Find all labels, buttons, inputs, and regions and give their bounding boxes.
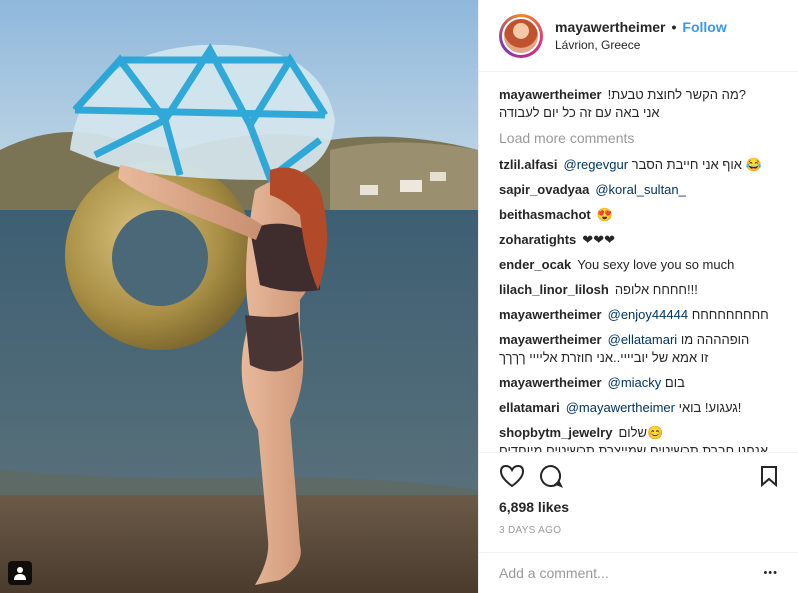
comment-username[interactable]: ender_ocak — [499, 257, 571, 272]
post-timestamp[interactable]: 3 DAYS AGO — [499, 525, 778, 536]
comment-item: ellatamari @mayawertheimer געגוע! בואי! — [499, 399, 778, 417]
add-comment-bar: Add a comment... ••• — [479, 552, 798, 593]
comment-text: 😍 — [596, 207, 613, 222]
comment-text: חחחח אלופה!!! — [614, 282, 698, 297]
location-link[interactable]: Lávrion, Greece — [555, 38, 727, 52]
comment-input[interactable]: Add a comment... — [499, 565, 763, 581]
comment-item: mayawertheimer @ellatamari הופהההה מו זו א… — [499, 331, 778, 367]
comment-text: געגוע! בואי! — [678, 400, 742, 415]
comment-text: חחחחחחחחח — [691, 307, 769, 322]
post-photo[interactable] — [0, 0, 478, 593]
comments-list: mayawertheimer ?מה הקשר לחוצת טבעת! אני ב… — [479, 72, 798, 452]
likes-count[interactable]: 6,898 likes — [499, 499, 778, 515]
avatar[interactable] — [499, 13, 543, 58]
follow-button[interactable]: Follow — [682, 19, 726, 35]
comment-text: אוף אני חייבת הסבר 😂 — [631, 157, 762, 172]
comment-username[interactable]: beithasmachot — [499, 207, 591, 222]
comment-item: zoharatights ❤❤❤ — [499, 231, 778, 249]
comment-mention[interactable]: @miacky — [608, 375, 662, 390]
comment-mention[interactable]: @enjoy44444 — [608, 307, 688, 322]
comment-username[interactable]: sapir_ovadyaa — [499, 182, 589, 197]
comment-icon[interactable] — [539, 464, 563, 488]
comment-item: sapir_ovadyaa @koral_sultan_ — [499, 181, 778, 199]
avatar-image — [502, 16, 540, 55]
comment-item: ender_ocak You sexy love you so much — [499, 256, 778, 274]
comment-username[interactable]: tzlil.alfasi — [499, 157, 558, 172]
comment-username[interactable]: mayawertheimer — [499, 375, 602, 390]
comment-item: lilach_linor_lilosh חחחח אלופה!!! — [499, 281, 778, 299]
caption-line1: ?מה הקשר לחוצת טבעת! — [607, 87, 746, 102]
instagram-post: mayawertheimer • Follow Lávrion, Greece … — [0, 0, 798, 593]
more-options-button[interactable]: ••• — [763, 567, 778, 579]
comment-username[interactable]: mayawertheimer — [499, 307, 602, 322]
comment-text: שלום😊 — [618, 425, 664, 440]
comment-text: ❤❤❤ — [582, 232, 615, 247]
comment-mention[interactable]: @regevgur — [564, 157, 629, 172]
action-bar: 6,898 likes 3 DAYS AGO — [479, 452, 798, 536]
comment-mention[interactable]: @ellatamari — [608, 332, 678, 347]
beach-photo — [0, 0, 478, 593]
load-more-comments[interactable]: Load more comments — [499, 130, 778, 146]
comment-username[interactable]: zoharatights — [499, 232, 576, 247]
comment-item: tzlil.alfasi @regevgur אוף אני חייבת הסבר… — [499, 156, 778, 174]
comment-item: shopbytm_jewelry שלום😊 אנחנו חברת תכשיטים … — [499, 424, 778, 452]
separator-dot: • — [671, 19, 677, 35]
heart-icon[interactable] — [499, 464, 525, 488]
comment-item: mayawertheimer @enjoy44444 חחחחחחחחח — [499, 306, 778, 324]
comment-username[interactable]: lilach_linor_lilosh — [499, 282, 609, 297]
comment-text-line2: אנחנו חברת תכשיטים שמייצרת תכשיטים מיוחד… — [499, 443, 768, 452]
comment-item: mayawertheimer @miacky בום — [499, 374, 778, 392]
post-sidebar: mayawertheimer • Follow Lávrion, Greece … — [478, 0, 798, 593]
comment-text: הופהההה מו — [680, 332, 750, 347]
caption: mayawertheimer ?מה הקשר לחוצת טבעת! אני ב… — [499, 86, 778, 122]
comment-text: בום — [664, 375, 685, 390]
bookmark-icon[interactable] — [760, 465, 778, 487]
comment-text-line2: זו אמא של יוביייי..אני חוזרת אליייי ךךךך — [499, 350, 709, 365]
comment-mention[interactable]: @koral_sultan_ — [595, 182, 686, 197]
comment-username[interactable]: mayawertheimer — [499, 332, 602, 347]
caption-line2: אני באה עם זה כל יום לעבודה — [499, 105, 660, 120]
comment-username[interactable]: ellatamari — [499, 400, 560, 415]
header-username[interactable]: mayawertheimer — [555, 19, 666, 35]
comment-mention[interactable]: @mayawertheimer — [566, 400, 675, 415]
caption-username[interactable]: mayawertheimer — [499, 87, 602, 102]
post-header: mayawertheimer • Follow Lávrion, Greece — [479, 0, 798, 72]
comment-text: You sexy love you so much — [577, 257, 735, 272]
user-tag-icon[interactable] — [8, 561, 32, 585]
comment-username[interactable]: shopbytm_jewelry — [499, 425, 612, 440]
comment-item: beithasmachot 😍 — [499, 206, 778, 224]
